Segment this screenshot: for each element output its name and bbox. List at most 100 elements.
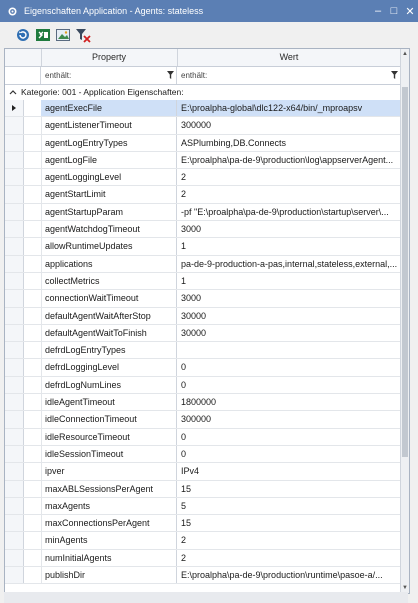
value-cell[interactable]: 3000 <box>177 290 401 306</box>
value-cell[interactable]: 300000 <box>177 411 401 427</box>
value-cell[interactable]: -pf "E:\proalpha\pa-de-9\production\star… <box>177 204 401 220</box>
property-cell[interactable]: idleResourceTimeout <box>41 428 177 445</box>
row-indicator[interactable] <box>5 359 24 376</box>
value-cell[interactable]: E:\proalpha\pa-de-9\production\log\appse… <box>177 152 401 168</box>
table-row[interactable]: agentExecFile E:\proalpha-global\dlc122-x… <box>5 100 401 118</box>
row-indicator[interactable] <box>5 445 24 463</box>
value-cell[interactable]: 30000 <box>177 325 401 341</box>
property-cell[interactable]: maxABLSessionsPerAgent <box>41 480 177 497</box>
row-indicator[interactable] <box>5 428 24 445</box>
row-indicator[interactable] <box>5 411 24 428</box>
row-indicator[interactable] <box>5 307 24 324</box>
property-cell[interactable]: agentLoggingLevel <box>41 169 177 186</box>
property-cell[interactable]: agentWatchdogTimeout <box>41 221 177 238</box>
table-row[interactable]: agentLogEntryTypes ASPlumbing,DB.Connects <box>5 134 401 152</box>
row-indicator[interactable] <box>5 532 24 549</box>
value-cell[interactable]: 15 <box>177 515 401 531</box>
value-cell[interactable]: 300000 <box>177 117 401 133</box>
value-cell[interactable]: 30000 <box>177 308 401 324</box>
property-cell[interactable]: maxConnectionsPerAgent <box>41 515 177 532</box>
row-indicator[interactable] <box>5 567 24 584</box>
property-cell[interactable]: agentStartupParam <box>41 203 177 221</box>
table-row[interactable]: defrdLoggingLevel 0 <box>5 359 401 377</box>
table-row[interactable]: publishDir E:\proalpha\pa-de-9\production… <box>5 567 401 585</box>
table-row[interactable]: idleResourceTimeout 0 <box>5 428 401 446</box>
value-cell[interactable]: 2 <box>177 532 401 548</box>
value-cell[interactable]: 5 <box>177 498 401 514</box>
row-indicator[interactable] <box>5 549 24 567</box>
value-cell[interactable]: 2 <box>177 186 401 202</box>
property-cell[interactable]: idleConnectionTimeout <box>41 411 177 428</box>
row-indicator[interactable] <box>5 134 24 151</box>
row-indicator[interactable] <box>5 342 24 359</box>
table-row[interactable]: allowRuntimeUpdates 1 <box>5 238 401 256</box>
value-cell[interactable]: E:\proalpha-global\dlc122-x64/bin/_mproa… <box>177 100 401 117</box>
table-row[interactable]: agentListenerTimeout 300000 <box>5 117 401 135</box>
row-indicator[interactable] <box>5 480 24 497</box>
property-cell[interactable]: publishDir <box>41 567 177 584</box>
filter-funnel-icon[interactable] <box>167 71 174 79</box>
value-cell[interactable]: 1800000 <box>177 394 401 410</box>
row-indicator[interactable] <box>5 238 24 255</box>
property-cell[interactable]: defrdLogNumLines <box>41 376 177 394</box>
row-indicator[interactable] <box>5 186 24 203</box>
filter-property[interactable]: enthält: <box>41 67 177 84</box>
scroll-thumb[interactable] <box>402 87 408 457</box>
value-cell[interactable]: ASPlumbing,DB.Connects <box>177 135 401 151</box>
row-indicator[interactable] <box>5 272 24 290</box>
table-row[interactable]: idleSessionTimeout 0 <box>5 445 401 464</box>
table-row[interactable]: agentWatchdogTimeout 3000 <box>5 221 401 239</box>
vertical-scrollbar[interactable]: ▲ ▼ <box>400 49 409 593</box>
filter-funnel-icon[interactable] <box>391 71 398 79</box>
value-cell[interactable]: 0 <box>177 446 401 462</box>
table-row[interactable]: defaultAgentWaitToFinish 30000 <box>5 324 401 343</box>
property-cell[interactable]: maxAgents <box>41 497 177 515</box>
table-row[interactable]: applications pa-de-9-production-a-pas,int… <box>5 255 401 273</box>
maximize-button[interactable]: □ <box>386 3 402 19</box>
row-indicator[interactable] <box>5 394 24 411</box>
property-cell[interactable]: agentLogFile <box>41 151 177 169</box>
value-cell[interactable]: 0 <box>177 429 401 445</box>
property-cell[interactable]: agentListenerTimeout <box>41 117 177 134</box>
property-cell[interactable]: allowRuntimeUpdates <box>41 238 177 255</box>
row-indicator[interactable] <box>5 117 24 134</box>
table-row[interactable]: defrdLogEntryTypes <box>5 342 401 360</box>
value-cell[interactable] <box>177 342 401 358</box>
row-indicator[interactable] <box>5 255 24 272</box>
table-row[interactable]: agentStartupParam -pf "E:\proalpha\pa-de-… <box>5 203 401 222</box>
row-indicator[interactable] <box>5 221 24 238</box>
row-indicator[interactable] <box>5 463 24 480</box>
refresh-icon[interactable] <box>14 26 32 44</box>
value-cell[interactable]: 15 <box>177 481 401 497</box>
row-indicator[interactable] <box>5 203 24 221</box>
property-cell[interactable]: defaultAgentWaitToFinish <box>41 324 177 342</box>
table-row[interactable]: maxAgents 5 <box>5 497 401 516</box>
row-indicator[interactable] <box>5 151 24 169</box>
property-cell[interactable]: defrdLogEntryTypes <box>41 342 177 359</box>
value-cell[interactable]: pa-de-9-production-a-pas,internal,statel… <box>177 256 401 272</box>
table-row[interactable]: idleConnectionTimeout 300000 <box>5 411 401 429</box>
property-cell[interactable]: connectionWaitTimeout <box>41 290 177 307</box>
value-cell[interactable]: 2 <box>177 169 401 185</box>
property-cell[interactable]: applications <box>41 255 177 272</box>
filter-value[interactable]: enthält: <box>177 67 401 84</box>
table-row[interactable]: idleAgentTimeout 1800000 <box>5 394 401 412</box>
table-row[interactable]: defrdLogNumLines 0 <box>5 376 401 395</box>
column-header-property[interactable]: Property <box>41 49 178 66</box>
row-indicator[interactable] <box>5 515 24 532</box>
property-cell[interactable]: agentStartLimit <box>41 186 177 203</box>
table-row[interactable]: agentLoggingLevel 2 <box>5 169 401 187</box>
property-cell[interactable]: defrdLoggingLevel <box>41 359 177 376</box>
value-cell[interactable]: 1 <box>177 273 401 289</box>
property-cell[interactable]: ipver <box>41 463 177 480</box>
column-header-value[interactable]: Wert <box>177 49 402 66</box>
minimize-button[interactable]: – <box>370 3 386 19</box>
row-indicator[interactable] <box>5 290 24 307</box>
value-cell[interactable]: 2 <box>177 550 401 566</box>
property-cell[interactable]: agentExecFile <box>41 100 177 117</box>
table-row[interactable]: maxABLSessionsPerAgent 15 <box>5 480 401 498</box>
table-row[interactable]: numInitialAgents 2 <box>5 549 401 568</box>
table-row[interactable]: maxConnectionsPerAgent 15 <box>5 515 401 533</box>
property-cell[interactable]: idleSessionTimeout <box>41 445 177 463</box>
value-cell[interactable]: 1 <box>177 238 401 254</box>
